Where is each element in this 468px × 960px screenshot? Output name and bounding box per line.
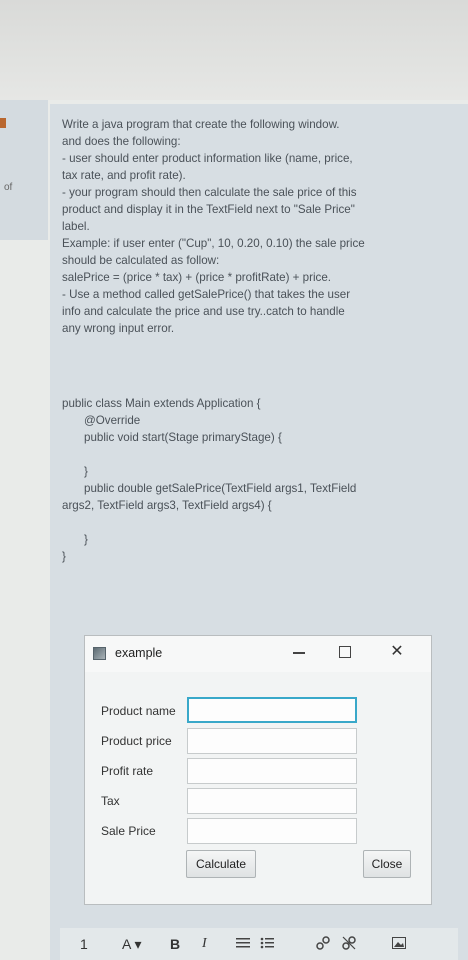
link-icon[interactable] [316,936,330,953]
unlink-icon[interactable] [342,936,356,953]
app-icon [93,647,106,660]
profit-rate-field[interactable] [187,758,357,784]
editor-toolbar: 1 A ▾ B I [60,928,458,960]
question-text: Write a java program that create the fol… [62,116,452,337]
bold-button[interactable]: B [170,936,180,952]
code-close-brace: } [84,465,88,478]
code-snippet: public class Main extends Application { … [62,395,452,565]
maximize-icon[interactable] [339,646,351,658]
question-line: info and calculate the price and use try… [62,305,345,318]
minimize-icon[interactable] [293,652,305,654]
question-line: should be calculated as follow: [62,254,220,267]
rail-text: of [4,182,13,193]
question-line: and does the following: [62,135,181,148]
product-name-label: Product name [101,704,176,718]
ordered-list-icon[interactable] [236,936,250,953]
close-icon[interactable]: ✕ [375,636,419,668]
title-bar[interactable]: example ✕ [85,636,431,672]
calculate-button[interactable]: Calculate [186,850,256,878]
question-line: label. [62,220,90,233]
code-method-signature-cont: args2, TextField args3, TextField args4)… [62,499,272,512]
tax-field[interactable] [187,788,357,814]
question-line: tax rate, and profit rate). [62,169,186,182]
code-close-brace: } [84,533,88,546]
code-method-signature: public double getSalePrice(TextField arg… [84,482,357,495]
rail-accent-mark [0,118,6,128]
product-price-label: Product price [101,734,172,748]
profit-rate-label: Profit rate [101,764,154,778]
question-line: Write a java program that create the fol… [62,118,340,131]
unordered-list-icon[interactable] [260,936,274,953]
code-start-signature: public void start(Stage primaryStage) { [84,431,282,444]
question-line: - Use a method called getSalePrice() tha… [62,288,351,301]
tax-label: Tax [101,794,120,808]
close-button[interactable]: Close [363,850,411,878]
sale-price-field[interactable] [187,818,357,844]
image-icon[interactable] [392,936,406,953]
font-color-button[interactable]: A ▾ [122,936,141,953]
question-line: - your program should then calculate the… [62,186,357,199]
question-line: product and display it in the TextField … [62,203,355,216]
product-name-field[interactable] [187,697,357,723]
left-rail [0,100,48,240]
product-price-field[interactable] [187,728,357,754]
question-line: Example: if user enter ("Cup", 10, 0.20,… [62,237,365,250]
question-line: salePrice = (price * tax) + (price * pro… [62,271,332,284]
example-window: example ✕ Product name Product price Pro… [84,635,432,905]
toolbar-first-glyph[interactable]: 1 [80,936,88,952]
top-band [0,0,468,100]
code-class-decl: public class Main extends Application { [62,397,261,410]
question-line: - user should enter product information … [62,152,353,165]
italic-button[interactable]: I [202,936,207,952]
question-line: any wrong input error. [62,322,175,335]
sale-price-label: Sale Price [101,824,156,838]
code-close-brace: } [62,550,66,563]
code-override: @Override [84,414,141,427]
window-title: example [115,646,163,660]
